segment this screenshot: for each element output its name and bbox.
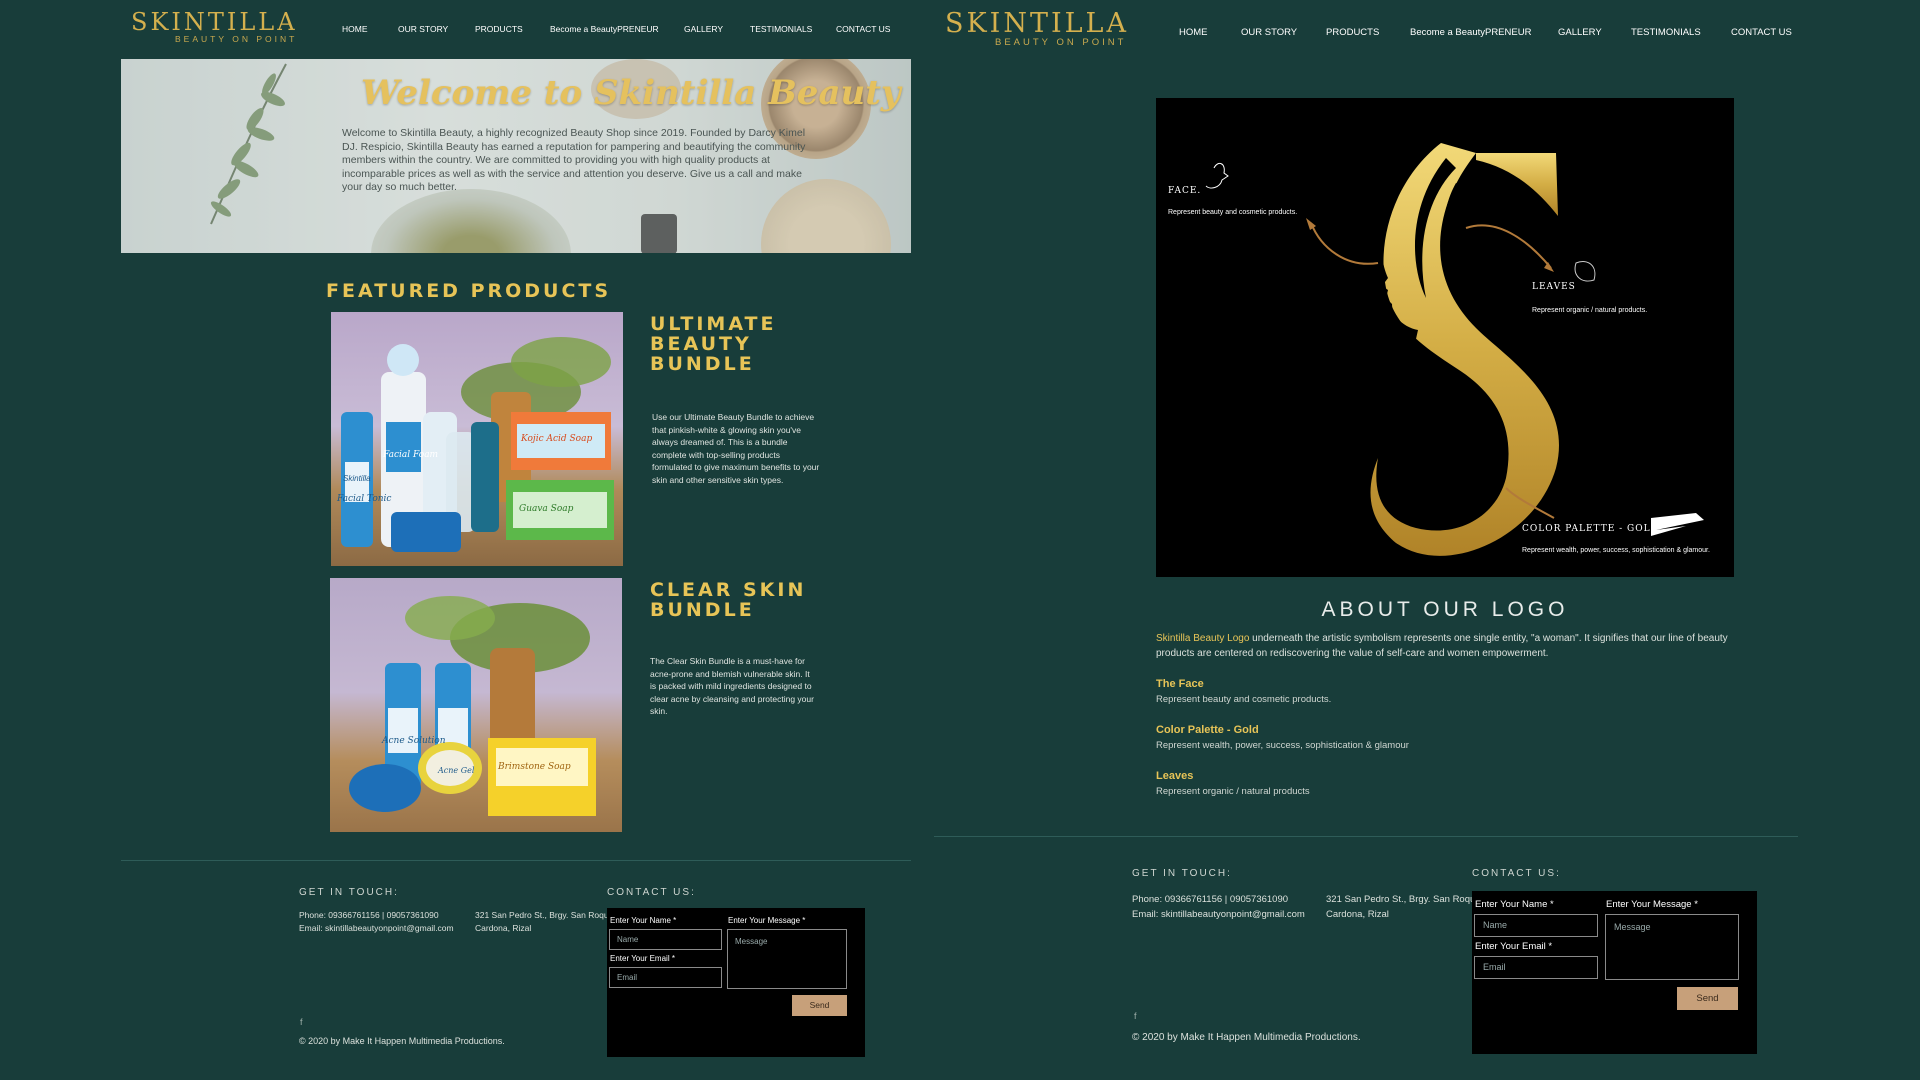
nav-item-home[interactable]: HOME <box>342 24 398 34</box>
footer-address-line1: 321 San Pedro St., Brgy. San Roque <box>1326 894 1481 905</box>
face-label: FACE. <box>1168 186 1202 196</box>
message-label: Enter Your Message * <box>728 916 806 925</box>
product-desc-clear-skin-bundle: The Clear Skin Bundle is a must-have for… <box>650 656 814 716</box>
about-item-face-title: The Face <box>1156 678 1204 690</box>
footer-divider <box>121 860 911 861</box>
nav-item-testimonials[interactable]: TESTIMONIALS <box>750 24 836 34</box>
main-nav: HOME OUR STORY PRODUCTS Become a BeautyP… <box>1179 27 1792 38</box>
label-facial-tonic: Facial Tonic <box>337 494 392 504</box>
message-label: Enter Your Message * <box>1606 899 1698 910</box>
about-item-leaves-desc: Represent organic / natural products <box>1156 786 1310 797</box>
footer-address-line1: 321 San Pedro St., Brgy. San Roque <box>475 910 614 920</box>
facebook-icon[interactable]: f <box>300 1017 303 1027</box>
brand-logo[interactable]: SKINTILLA BEAUTY ON POINT <box>131 8 298 44</box>
name-input[interactable]: Name <box>1474 914 1598 937</box>
name-label: Enter Your Name * <box>1475 899 1554 910</box>
contact-form: Enter Your Name * Name Enter Your Email … <box>607 908 865 1057</box>
hero-banner: Welcome to Skintilla Beauty Welcome to S… <box>121 59 911 253</box>
footer-divider <box>934 836 1798 837</box>
about-logo-page-screenshot: SKINTILLA BEAUTY ON POINT HOME OUR STORY… <box>934 0 1920 1080</box>
nav-item-products[interactable]: PRODUCTS <box>1326 27 1410 38</box>
product-name-ultimate-beauty-bundle[interactable]: ULTIMATE BEAUTY BUNDLE <box>650 314 810 374</box>
label-brimstone-soap: Brimstone Soap <box>498 762 571 772</box>
send-button[interactable]: Send <box>1677 987 1738 1010</box>
logo-explainer-graphic: FACE. Represent beauty and cosmetic prod… <box>1156 98 1734 577</box>
nav-item-products[interactable]: PRODUCTS <box>475 24 550 34</box>
main-nav: HOME OUR STORY PRODUCTS Become a BeautyP… <box>342 24 890 34</box>
nav-item-gallery[interactable]: GALLERY <box>1558 27 1631 38</box>
clear-skin-bundle-image[interactable]: Acne Solution Acne Gel Brimstone Soap <box>330 578 622 832</box>
brand-tagline: BEAUTY ON POINT <box>995 37 1127 48</box>
get-in-touch-heading: GET IN TOUCH: <box>299 887 399 898</box>
about-item-palette-desc: Represent wealth, power, success, sophis… <box>1156 740 1409 751</box>
nav-item-testimonials[interactable]: TESTIMONIALS <box>1631 27 1731 38</box>
message-textarea[interactable]: Message <box>727 929 847 989</box>
about-item-leaves-title: Leaves <box>1156 770 1194 782</box>
copyright: © 2020 by Make It Happen Multimedia Prod… <box>1132 1032 1361 1043</box>
send-button[interactable]: Send <box>792 995 847 1016</box>
product-name-clear-skin-bundle[interactable]: CLEAR SKIN BUNDLE <box>650 580 810 620</box>
contact-form: Enter Your Name * Name Enter Your Email … <box>1472 891 1757 1054</box>
nav-item-contact-us[interactable]: CONTACT US <box>836 24 890 34</box>
brand-name: SKINTILLA <box>131 8 298 36</box>
about-item-face-desc: Represent beauty and cosmetic products. <box>1156 694 1332 705</box>
label-acne-solution: Acne Solution <box>382 736 446 746</box>
nav-item-home[interactable]: HOME <box>1179 27 1241 38</box>
ultimate-beauty-bundle-image[interactable]: Skintilla Facial Tonic Facial Foam Kojic… <box>331 312 623 566</box>
email-input[interactable]: Email <box>1474 956 1598 979</box>
facebook-icon[interactable]: f <box>1134 1011 1137 1021</box>
name-input[interactable]: Name <box>609 929 722 950</box>
brand-name: SKINTILLA <box>945 8 1129 39</box>
homepage-screenshot: SKINTILLA BEAUTY ON POINT HOME OUR STORY… <box>0 0 960 1080</box>
footer-phone: Phone: 09366761156 | 09057361090 <box>299 910 439 920</box>
nav-item-gallery[interactable]: GALLERY <box>684 24 750 34</box>
footer-address-line2: Cardona, Rizal <box>1326 909 1389 920</box>
hero-text: Welcome to Skintilla Beauty, a highly re… <box>342 127 806 193</box>
brand-logo[interactable]: SKINTILLA BEAUTY ON POINT <box>945 8 1129 48</box>
footer-address-line2: Cardona, Rizal <box>475 923 532 933</box>
hero-title: Welcome to Skintilla Beauty <box>361 73 901 113</box>
face-description: Represent beauty and cosmetic products. <box>1168 209 1298 216</box>
nav-item-our-story[interactable]: OUR STORY <box>1241 27 1326 38</box>
contact-us-heading: CONTACT US: <box>1472 868 1561 879</box>
gold-s-woman-logo-image <box>1205 143 1704 556</box>
nav-item-beautypreneur[interactable]: Become a BeautyPRENEUR <box>550 24 684 34</box>
color-palette-description: Represent wealth, power, success, sophis… <box>1522 547 1710 554</box>
footer-email[interactable]: Email: skintillabeautyonpoint@gmail.com <box>299 922 454 935</box>
leaves-label: LEAVES <box>1532 282 1576 292</box>
leaves-description: Represent organic / natural products. <box>1532 307 1648 314</box>
about-intro: Skintilla Beauty Logo underneath the art… <box>1156 631 1736 661</box>
nav-item-our-story[interactable]: OUR STORY <box>398 24 475 34</box>
label-guava-soap: Guava Soap <box>519 504 574 514</box>
email-label: Enter Your Email * <box>1475 941 1553 952</box>
copyright: © 2020 by Make It Happen Multimedia Prod… <box>299 1036 505 1046</box>
featured-products-heading: FEATURED PRODUCTS <box>326 280 612 302</box>
product-photo <box>349 596 596 816</box>
nav-item-contact-us[interactable]: CONTACT US <box>1731 27 1792 38</box>
label-skintilla: Skintilla <box>343 474 371 483</box>
brand-tagline: BEAUTY ON POINT <box>175 34 298 44</box>
label-facial-foam: Facial Foam <box>383 450 439 460</box>
get-in-touch-heading: GET IN TOUCH: <box>1132 868 1232 879</box>
label-kojic-soap: Kojic Acid Soap <box>521 434 593 444</box>
footer-phone: Phone: 09366761156 | 09057361090 <box>1132 894 1289 905</box>
product-desc-ultimate-beauty-bundle: Use our Ultimate Beauty Bundle to achiev… <box>652 412 820 485</box>
email-input[interactable]: Email <box>609 967 722 988</box>
message-textarea[interactable]: Message <box>1605 914 1739 980</box>
about-item-palette-title: Color Palette - Gold <box>1156 724 1259 736</box>
nav-item-beautypreneur[interactable]: Become a BeautyPRENEUR <box>1410 27 1558 38</box>
label-acne-gel: Acne Gel <box>438 766 475 775</box>
name-label: Enter Your Name * <box>610 916 677 925</box>
footer-email[interactable]: Email: skintillabeautyonpoint@gmail.com <box>1132 907 1305 922</box>
about-our-logo-heading: ABOUT OUR LOGO <box>1321 598 1569 621</box>
about-intro-highlight: Skintilla Beauty Logo <box>1156 633 1250 644</box>
contact-us-heading: CONTACT US: <box>607 887 696 898</box>
email-label: Enter Your Email * <box>610 954 675 963</box>
color-palette-label: COLOR PALETTE - GOLD <box>1522 524 1659 534</box>
